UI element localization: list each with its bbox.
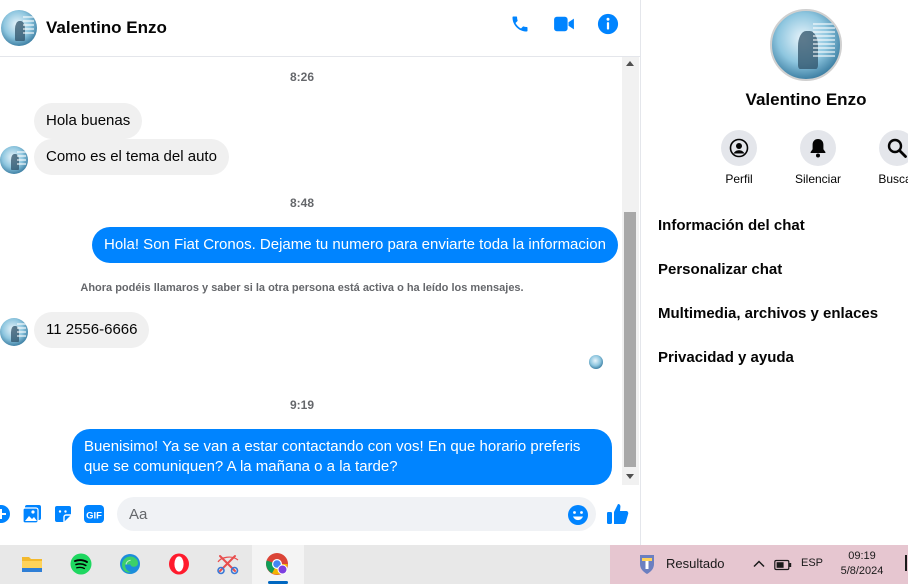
profile-name: Valentino Enzo bbox=[745, 90, 867, 109]
outgoing-message[interactable]: Hola! Son Fiat Cronos. Dejame tu numero … bbox=[92, 227, 618, 263]
thumbs-up-icon[interactable] bbox=[606, 502, 630, 526]
sticker-icon[interactable] bbox=[52, 503, 74, 525]
seen-indicator-avatar bbox=[589, 355, 603, 369]
profile-icon bbox=[721, 130, 757, 166]
chrome-icon[interactable] bbox=[265, 552, 289, 576]
show-desktop-edge[interactable] bbox=[905, 555, 907, 571]
sports-score-icon[interactable] bbox=[638, 553, 656, 575]
opera-icon[interactable] bbox=[167, 552, 191, 576]
scroll-down-arrow[interactable] bbox=[626, 474, 634, 479]
info-icon[interactable] bbox=[596, 12, 620, 36]
clock-date: 5/8/2024 bbox=[840, 565, 884, 577]
composer: GIF bbox=[0, 489, 640, 539]
mute-button[interactable]: Silenciar bbox=[782, 130, 854, 186]
clock-time: 09:19 bbox=[848, 550, 876, 562]
plus-circle-icon[interactable] bbox=[0, 503, 12, 525]
gif-icon[interactable]: GIF bbox=[83, 503, 105, 525]
clock[interactable]: 09:19 5/8/2024 bbox=[832, 549, 892, 579]
sender-avatar bbox=[0, 146, 28, 174]
input-language[interactable]: ESP bbox=[801, 557, 823, 569]
edge-icon[interactable] bbox=[118, 552, 142, 576]
menu-chat-info[interactable]: Información del chat bbox=[658, 214, 878, 258]
windows-taskbar: Resultado ESP 09:19 5/8/2024 bbox=[0, 545, 908, 584]
outgoing-message[interactable]: Buenisimo! Ya se van a estar contactando… bbox=[72, 429, 612, 485]
messenger-window: Valentino Enzo 8:26 Hola buenas Como es … bbox=[0, 0, 908, 584]
snipping-tool-icon[interactable] bbox=[216, 552, 240, 576]
gallery-icon[interactable] bbox=[21, 503, 43, 525]
system-note: Ahora podéis llamaros y saber si la otra… bbox=[80, 282, 524, 294]
profile-actions: Perfil Silenciar Buscar bbox=[703, 130, 908, 186]
incoming-message[interactable]: 11 2556-6666 bbox=[34, 312, 150, 348]
info-menu: Información del chat Personalizar chat M… bbox=[658, 214, 878, 390]
scroll-up-arrow[interactable] bbox=[626, 61, 634, 66]
message-scrollbar[interactable] bbox=[622, 57, 639, 485]
message-list[interactable]: 8:26 Hola buenas Como es el tema del aut… bbox=[0, 57, 622, 485]
phone-icon[interactable] bbox=[508, 12, 532, 36]
emoji-icon[interactable] bbox=[567, 504, 589, 526]
contact-avatar[interactable] bbox=[1, 10, 37, 46]
bell-icon bbox=[800, 130, 836, 166]
spotify-icon[interactable] bbox=[69, 552, 93, 576]
incoming-message[interactable]: Como es el tema del auto bbox=[34, 139, 229, 175]
timestamp: 9:19 bbox=[289, 398, 315, 412]
menu-media-files-links[interactable]: Multimedia, archivos y enlaces bbox=[658, 302, 878, 346]
chevron-up-icon[interactable] bbox=[752, 557, 766, 571]
search-button[interactable]: Buscar bbox=[861, 130, 908, 186]
system-tray: Resultado ESP 09:19 5/8/2024 bbox=[610, 545, 908, 584]
mute-label: Silenciar bbox=[794, 172, 842, 186]
chat-info-panel: Valentino Enzo Perfil Silenciar Buscar bbox=[640, 0, 908, 545]
timestamp: 8:48 bbox=[289, 196, 315, 210]
message-input[interactable] bbox=[117, 497, 596, 531]
battery-icon[interactable] bbox=[774, 558, 792, 571]
incoming-message[interactable]: Hola buenas bbox=[34, 103, 143, 139]
timestamp: 8:26 bbox=[289, 70, 315, 84]
video-camera-icon[interactable] bbox=[552, 12, 576, 36]
profile-label: Perfil bbox=[725, 172, 753, 186]
contact-name[interactable]: Valentino Enzo bbox=[46, 18, 167, 38]
profile-avatar-large[interactable] bbox=[770, 9, 842, 81]
file-explorer-icon[interactable] bbox=[20, 552, 44, 576]
sender-avatar bbox=[0, 318, 28, 346]
scrollbar-thumb[interactable] bbox=[624, 212, 636, 467]
svg-text:GIF: GIF bbox=[86, 511, 102, 522]
search-icon bbox=[879, 130, 908, 166]
header-actions bbox=[508, 12, 620, 36]
widget-label[interactable]: Resultado bbox=[666, 556, 725, 571]
menu-privacy-help[interactable]: Privacidad y ayuda bbox=[658, 346, 878, 390]
menu-customize-chat[interactable]: Personalizar chat bbox=[658, 258, 878, 302]
chat-header: Valentino Enzo bbox=[0, 0, 640, 57]
profile-button[interactable]: Perfil bbox=[703, 130, 775, 186]
search-label: Buscar bbox=[878, 172, 908, 186]
